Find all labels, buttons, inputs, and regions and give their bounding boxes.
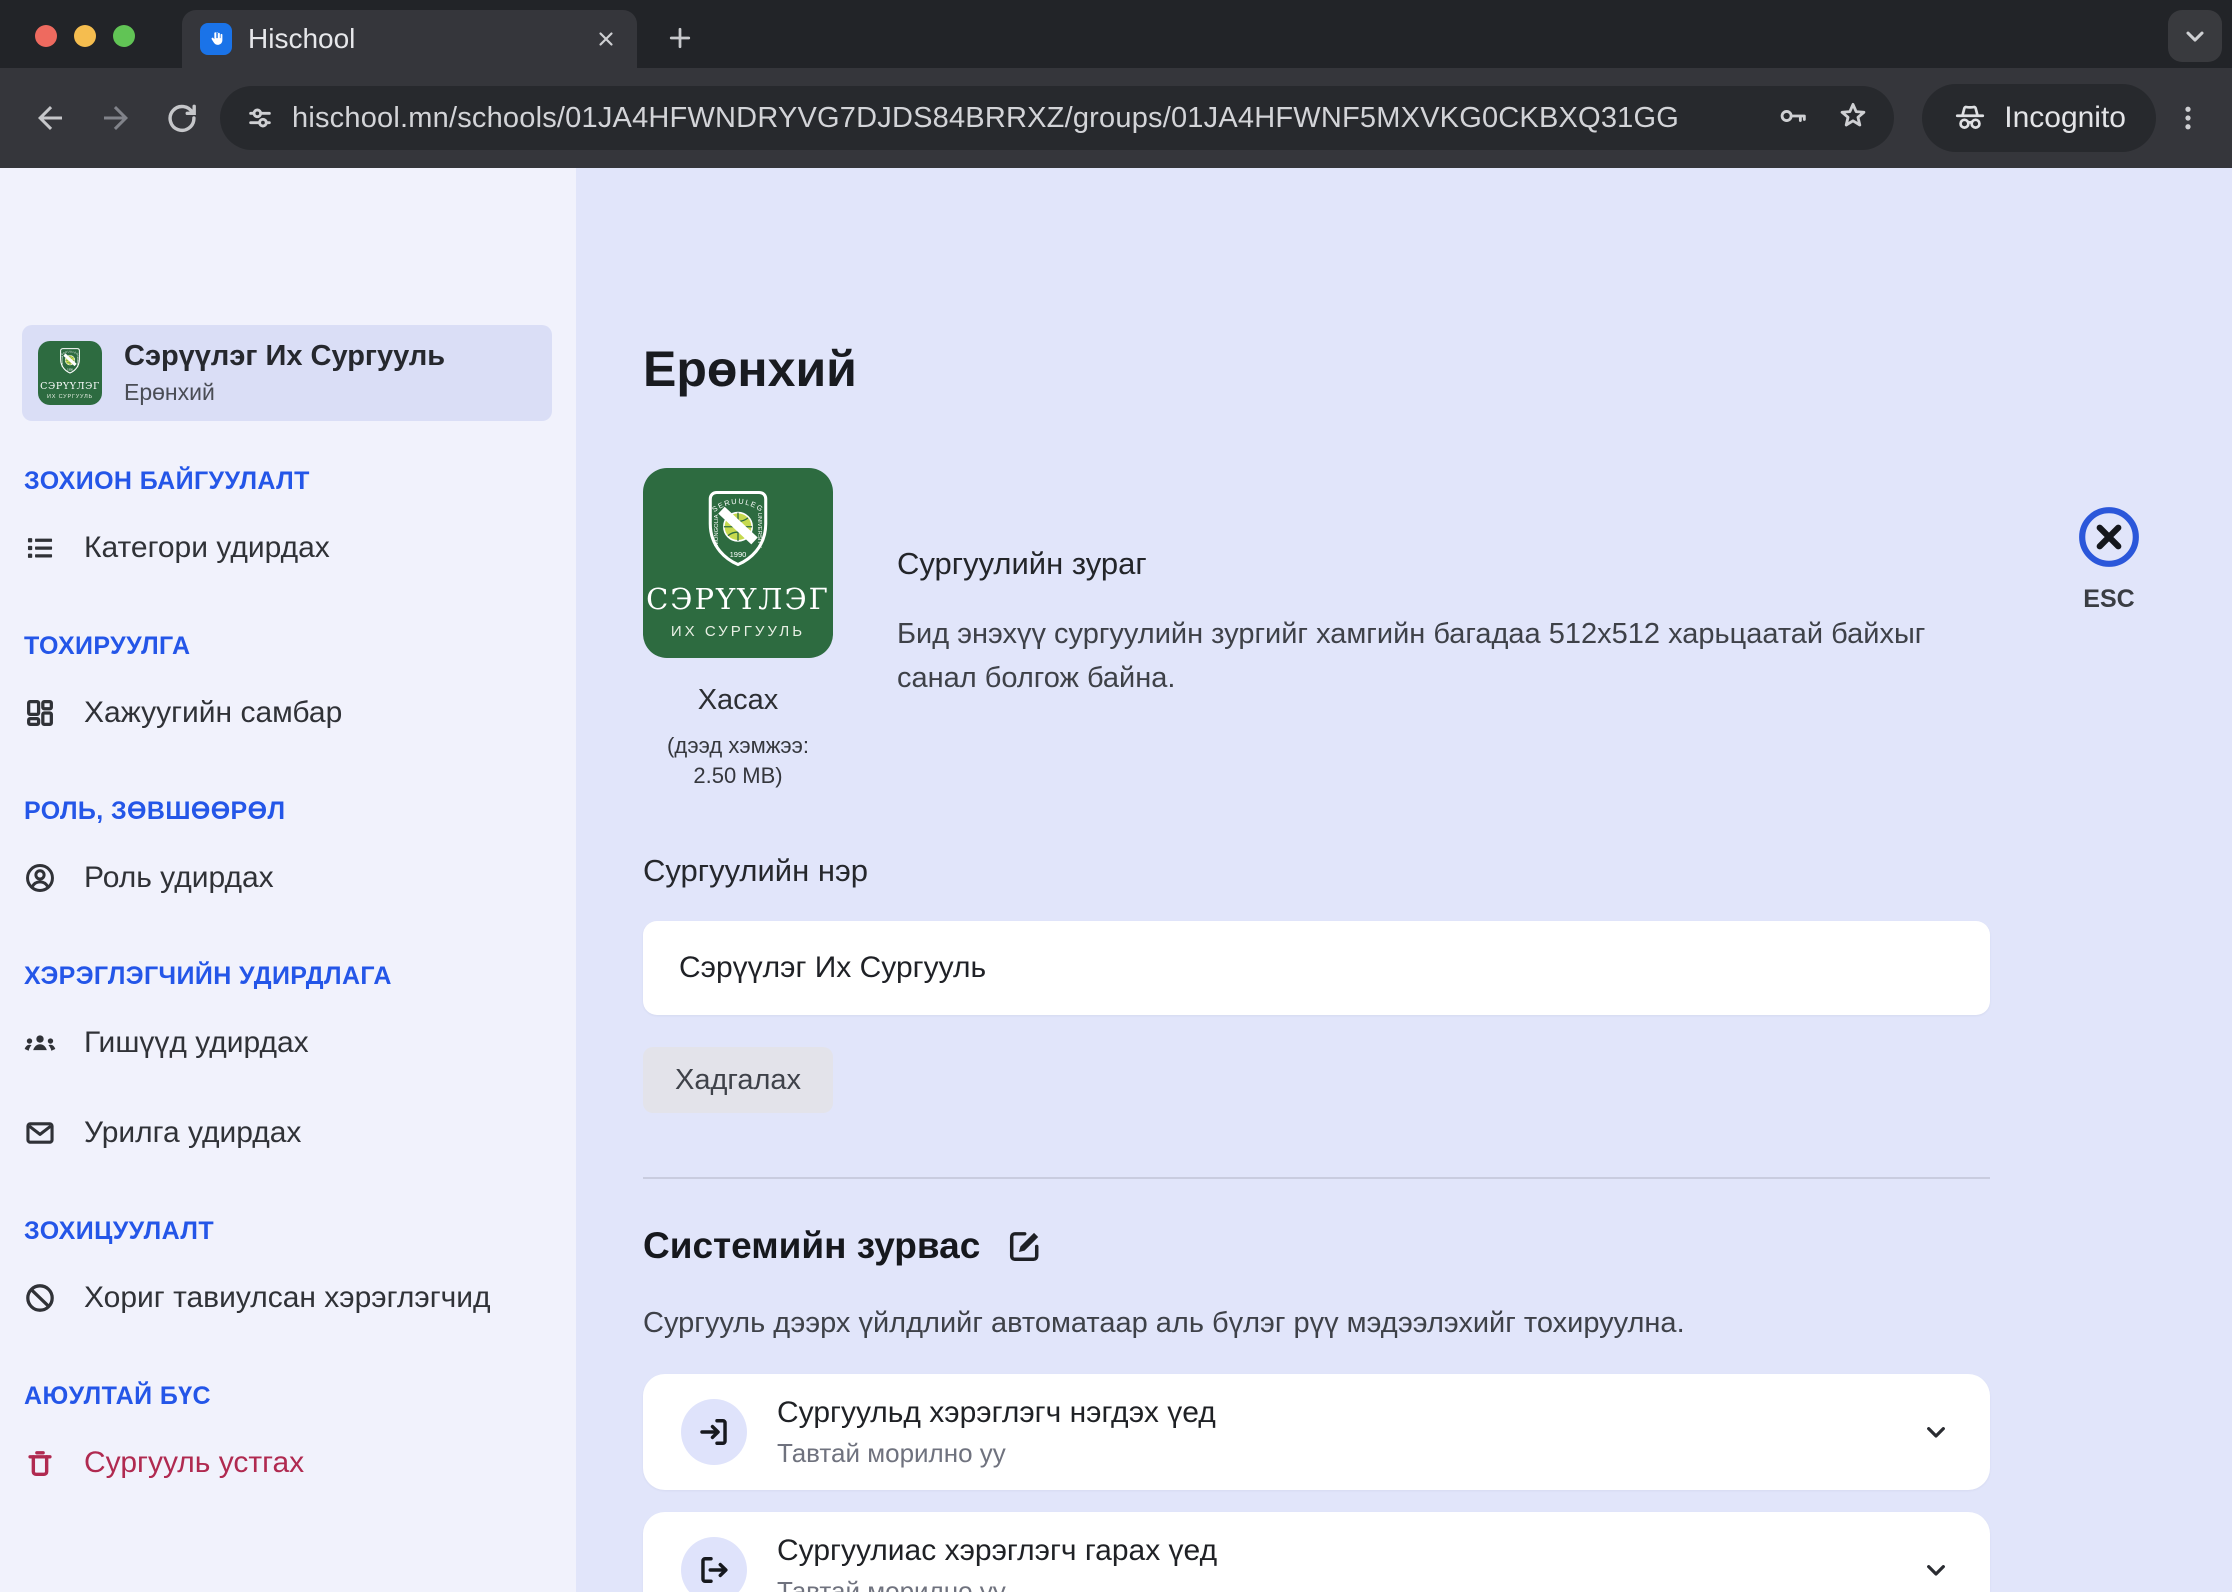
close-circle-icon[interactable] (2076, 504, 2142, 570)
school-logo-small: СЭРҮҮЛЭГ ИХ СУРГУУЛЬ (38, 341, 102, 405)
sidebar-section-roles: РОЛЬ, ЗӨВШӨӨРӨЛ Роль удирдах (22, 797, 552, 916)
sidebar-item-manage-invitations[interactable]: Урилга удирдах (22, 1095, 552, 1171)
sidebar-item-label: Урилга удирдах (84, 1116, 301, 1150)
card-title: Сургуульд хэрэглэгч нэгдэх үед (777, 1396, 1890, 1430)
sidebar-section-settings: ТОХИРУУЛГА Хажуугийн самбар (22, 632, 552, 751)
max-size-note: (дээд хэмжээ: 2.50 MB) (643, 731, 833, 791)
browser-window: Hischool hischool.mn/schools/01JA4HFWNDR… (0, 0, 2232, 1592)
sidebar-item-label: Хориг тавиулсан хэрэглэгчид (84, 1281, 491, 1315)
school-logo-image[interactable]: СЭРҮҮЛЭГ ИХ СУРГУУЛЬ (643, 468, 833, 658)
card-title: Сургуулиас хэрэглэгч гарах үед (777, 1534, 1890, 1568)
chevron-down-icon[interactable] (1920, 1554, 1952, 1586)
image-section-heading: Сургуулийн зураг (897, 546, 1957, 582)
zoom-window-button[interactable] (113, 25, 135, 47)
card-subtitle: Тавтай морилно уу (777, 1576, 1890, 1592)
hischool-favicon-icon (200, 23, 232, 55)
url-text[interactable]: hischool.mn/schools/01JA4HFWNDRYVG7DJDS8… (292, 102, 1760, 135)
school-header-card[interactable]: СЭРҮҮЛЭГ ИХ СУРГУУЛЬ Сэрүүлэг Их Сургуул… (22, 325, 552, 421)
browser-menu-icon[interactable] (2166, 90, 2210, 146)
trash-icon (22, 1445, 58, 1481)
browser-toolbar: hischool.mn/schools/01JA4HFWNDRYVG7DJDS8… (0, 68, 2232, 168)
edit-icon[interactable] (1006, 1227, 1044, 1265)
sidebar-section-danger-zone: АЮУЛТАЙ БҮС Сургууль устгах (22, 1382, 552, 1501)
tab-title: Hischool (248, 23, 577, 55)
school-name: Сэрүүлэг Их Сургууль (124, 340, 445, 373)
incognito-spy-icon (1952, 100, 1988, 136)
sidebar-item-label: Категори удирдах (84, 531, 330, 565)
sidebar-item-side-panel[interactable]: Хажуугийн самбар (22, 675, 552, 751)
system-message-card-join[interactable]: Сургуульд хэрэглэгч нэгдэх үед Тавтай мо… (643, 1374, 1990, 1490)
page-content: СЭРҮҮЛЭГ ИХ СУРГУУЛЬ Сэрүүлэг Их Сургуул… (0, 168, 2232, 1592)
sidebar-section-moderation: ЗОХИЦУУЛАЛТ Хориг тавиулсан хэрэглэгчид (22, 1217, 552, 1336)
tab-search-button[interactable] (2168, 10, 2222, 62)
tab-close-icon[interactable] (593, 26, 619, 52)
school-image-section: СЭРҮҮЛЭГ ИХ СУРГУУЛЬ Хасах (дээд хэмжээ:… (643, 468, 1990, 791)
back-icon[interactable] (22, 90, 78, 146)
section-header: ХЭРЭГЛЭГЧИЙН УДИРДЛАГА (24, 962, 552, 991)
sidebar-item-label: Сургууль устгах (84, 1446, 304, 1480)
section-header: ЗОХИОН БАЙГУУЛАЛТ (24, 467, 552, 496)
login-icon (681, 1399, 747, 1465)
page-title: Ерөнхий (643, 340, 1990, 398)
logo-subtitle: ИХ СУРГУУЛЬ (643, 623, 833, 640)
section-header: ЗОХИЦУУЛАЛТ (24, 1217, 552, 1246)
list-icon (22, 530, 58, 566)
password-key-icon[interactable] (1776, 99, 1810, 138)
remove-image-button[interactable]: Хасах (643, 684, 833, 717)
forward-icon[interactable] (88, 90, 144, 146)
system-message-card-leave[interactable]: Сургуулиас хэрэглэгч гарах үед Тавтай мо… (643, 1512, 1990, 1592)
school-name-label: Сургуулийн нэр (643, 853, 1990, 889)
sidebar-item-manage-roles[interactable]: Роль удирдах (22, 840, 552, 916)
incognito-label: Incognito (2004, 101, 2126, 135)
browser-tab[interactable]: Hischool (182, 10, 637, 68)
address-bar[interactable]: hischool.mn/schools/01JA4HFWNDRYVG7DJDS8… (220, 86, 1894, 150)
school-current-page: Ерөнхий (124, 379, 445, 406)
esc-label: ESC (2064, 585, 2154, 614)
school-name-input[interactable] (643, 921, 1990, 1015)
sidebar-item-banned-users[interactable]: Хориг тавиулсан хэрэглэгчид (22, 1260, 552, 1336)
minimize-window-button[interactable] (74, 25, 96, 47)
tab-strip: Hischool (0, 0, 2232, 68)
reload-icon[interactable] (154, 90, 210, 146)
incognito-badge: Incognito (1922, 84, 2156, 152)
system-messages-heading: Системийн зурвас (643, 1225, 980, 1267)
person-circle-icon (22, 860, 58, 896)
group-icon (22, 1025, 58, 1061)
sidebar-item-delete-school[interactable]: Сургууль устгах (22, 1425, 552, 1501)
section-header: РОЛЬ, ЗӨВШӨӨРӨЛ (24, 797, 552, 826)
sidebar-item-categories[interactable]: Категори удирдах (22, 510, 552, 586)
chevron-down-icon[interactable] (1920, 1416, 1952, 1448)
system-messages-description: Сургууль дээрх үйлдлийг автоматаар аль б… (643, 1307, 1990, 1340)
section-header: АЮУЛТАЙ БҮС (24, 1382, 552, 1411)
logo-title: СЭРҮҮЛЭГ (643, 582, 833, 616)
bookmark-star-icon[interactable] (1836, 99, 1870, 138)
new-tab-button[interactable] (662, 20, 698, 56)
card-subtitle: Тавтай морилно уу (777, 1438, 1890, 1469)
sidebar-item-label: Хажуугийн самбар (84, 696, 342, 730)
close-window-button[interactable] (35, 25, 57, 47)
sidebar-item-manage-members[interactable]: Гишүүд удирдах (22, 1005, 552, 1081)
section-header: ТОХИРУУЛГА (24, 632, 552, 661)
logout-icon (681, 1537, 747, 1592)
sidebar-item-label: Гишүүд удирдах (84, 1026, 309, 1060)
sidebar-section-organization: ЗОХИОН БАЙГУУЛАЛТ Категори удирдах (22, 467, 552, 586)
save-button[interactable]: Хадгалах (643, 1047, 833, 1113)
mail-icon (22, 1115, 58, 1151)
image-section-description: Бид энэхүү сургуулийн зургийг хамгийн ба… (897, 612, 1957, 700)
settings-main-panel: ESC Ерөнхий СЭРҮҮЛЭГ ИХ СУРГУУЛЬ Хасах (… (576, 168, 2232, 1592)
section-divider (643, 1177, 1990, 1179)
sidebar-item-label: Роль удирдах (84, 861, 274, 895)
logo-subtitle: ИХ СУРГУУЛЬ (38, 394, 102, 400)
close-settings[interactable]: ESC (2064, 504, 2154, 614)
sidebar-section-user-management: ХЭРЭГЛЭГЧИЙН УДИРДЛАГА Гишүүд удирдах Ур… (22, 962, 552, 1171)
site-settings-icon[interactable] (244, 102, 276, 134)
settings-sidebar: СЭРҮҮЛЭГ ИХ СУРГУУЛЬ Сэрүүлэг Их Сургуул… (0, 168, 576, 1592)
logo-title: СЭРҮҮЛЭГ (38, 381, 102, 392)
ban-icon (22, 1280, 58, 1316)
window-controls (35, 25, 135, 47)
dashboard-icon (22, 695, 58, 731)
